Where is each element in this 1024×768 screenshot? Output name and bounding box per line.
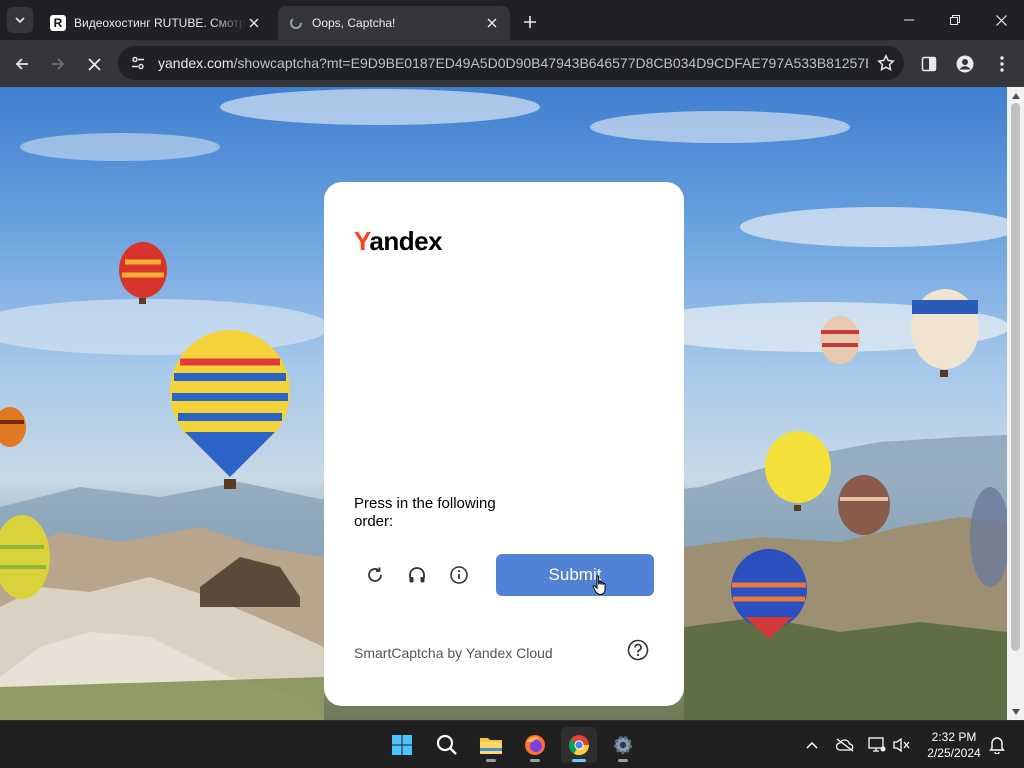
restore-icon (950, 15, 960, 25)
submit-button[interactable]: Submit (496, 554, 654, 596)
url-path: /showcaptcha?mt=E9D9BE0187ED49A5D0D90B47… (233, 55, 868, 71)
side-panel-icon (921, 56, 937, 72)
close-tab-icon[interactable] (484, 15, 500, 31)
info-icon (450, 566, 468, 584)
close-tab-icon[interactable] (246, 15, 262, 31)
page-viewport: Yandex Press in the following order: Sub… (0, 87, 1007, 720)
loading-favicon-icon (288, 15, 304, 31)
browser-toolbar: yandex.com/showcaptcha?mt=E9D9BE0187ED49… (0, 40, 1024, 87)
running-indicator (572, 759, 586, 762)
chrome-icon (568, 735, 590, 756)
chevron-down-icon (15, 17, 25, 24)
refresh-icon (368, 567, 382, 582)
scrollbar-thumb[interactable] (1011, 103, 1020, 651)
tab-strip: R Видеохостинг RUTUBE. Смотрите Oops, Ca… (0, 0, 1024, 40)
captcha-card: Yandex Press in the following order: Sub… (324, 182, 684, 706)
firefox-button[interactable] (517, 727, 553, 763)
site-info-icon[interactable] (124, 55, 152, 71)
url-text: yandex.com/showcaptcha?mt=E9D9BE0187ED49… (152, 55, 868, 71)
rutube-favicon: R (50, 15, 66, 31)
search-button[interactable] (429, 727, 465, 763)
search-icon (436, 734, 457, 755)
profile-button[interactable] (951, 50, 979, 78)
speaker-muted-icon (893, 737, 910, 753)
clock-date: 2/25/2024 (927, 746, 981, 760)
cloud-offline-icon (835, 738, 854, 752)
forward-button[interactable] (44, 50, 72, 78)
firefox-icon (525, 735, 545, 755)
close-icon (87, 57, 101, 71)
hand-pointer-cursor-icon (592, 575, 606, 596)
close-icon (995, 14, 1007, 26)
bookmark-star-icon[interactable] (868, 54, 904, 72)
system-clock[interactable]: 2:32 PM 2/25/2024 (918, 729, 990, 761)
volume-status[interactable] (890, 733, 914, 757)
captcha-instruction: Press in the following order: (354, 495, 496, 530)
bell-icon (989, 737, 1005, 754)
yandex-logo: Yandex (354, 226, 443, 256)
clock-time: 2:32 PM (931, 730, 977, 744)
refresh-captcha-button[interactable] (360, 560, 390, 590)
running-indicator (530, 759, 540, 762)
new-tab-button[interactable] (518, 10, 542, 34)
help-button[interactable] (626, 638, 650, 662)
minimize-button[interactable] (886, 0, 932, 40)
stop-loading-button[interactable] (80, 50, 108, 78)
folder-icon (480, 738, 502, 754)
question-circle-icon (627, 639, 649, 661)
arrow-left-icon (15, 58, 28, 70)
arrow-right-icon (52, 58, 65, 70)
tab-title: Видеохостинг RUTUBE. Смотрите (74, 16, 246, 30)
settings-button[interactable] (605, 727, 641, 763)
side-panel-button[interactable] (915, 50, 943, 78)
url-host: yandex.com (158, 55, 234, 71)
windows-taskbar: 2:32 PM 2/25/2024 (0, 720, 1024, 768)
back-button[interactable] (8, 50, 36, 78)
audio-captcha-button[interactable] (402, 560, 432, 590)
display-status[interactable] (865, 733, 889, 757)
minimize-icon (904, 19, 914, 21)
tab-title: Oops, Captcha! (312, 16, 396, 30)
address-bar[interactable]: yandex.com/showcaptcha?mt=E9D9BE0187ED49… (118, 46, 904, 80)
smartcaptcha-branding: SmartCaptcha by Yandex Cloud (354, 645, 553, 661)
monitor-icon (868, 737, 886, 752)
gear-icon (614, 736, 632, 754)
windows-logo-icon (392, 735, 412, 755)
scroll-down-arrow-icon[interactable] (1011, 707, 1020, 716)
tab-rutube[interactable]: R Видеохостинг RUTUBE. Смотрите (40, 6, 272, 40)
onedrive-status[interactable] (833, 733, 857, 757)
restore-button[interactable] (932, 0, 978, 40)
show-hidden-icons-button[interactable] (800, 733, 824, 757)
more-vertical-icon (1000, 56, 1004, 72)
running-indicator (486, 759, 496, 762)
running-indicator (618, 759, 628, 762)
start-button[interactable] (384, 727, 420, 763)
headphones-icon (409, 567, 425, 583)
page-scrollbar[interactable] (1007, 87, 1024, 720)
file-explorer-button[interactable] (473, 727, 509, 763)
scroll-up-arrow-icon[interactable] (1011, 91, 1020, 100)
close-window-button[interactable] (978, 0, 1024, 40)
chevron-up-icon (806, 741, 818, 749)
tab-captcha[interactable]: Oops, Captcha! (278, 6, 510, 40)
plus-icon (524, 16, 536, 28)
notifications-button[interactable] (985, 733, 1009, 757)
menu-button[interactable] (988, 50, 1016, 78)
tab-search-button[interactable] (7, 7, 33, 33)
info-button[interactable] (444, 560, 474, 590)
chrome-button[interactable] (561, 727, 597, 763)
person-icon (956, 55, 974, 73)
